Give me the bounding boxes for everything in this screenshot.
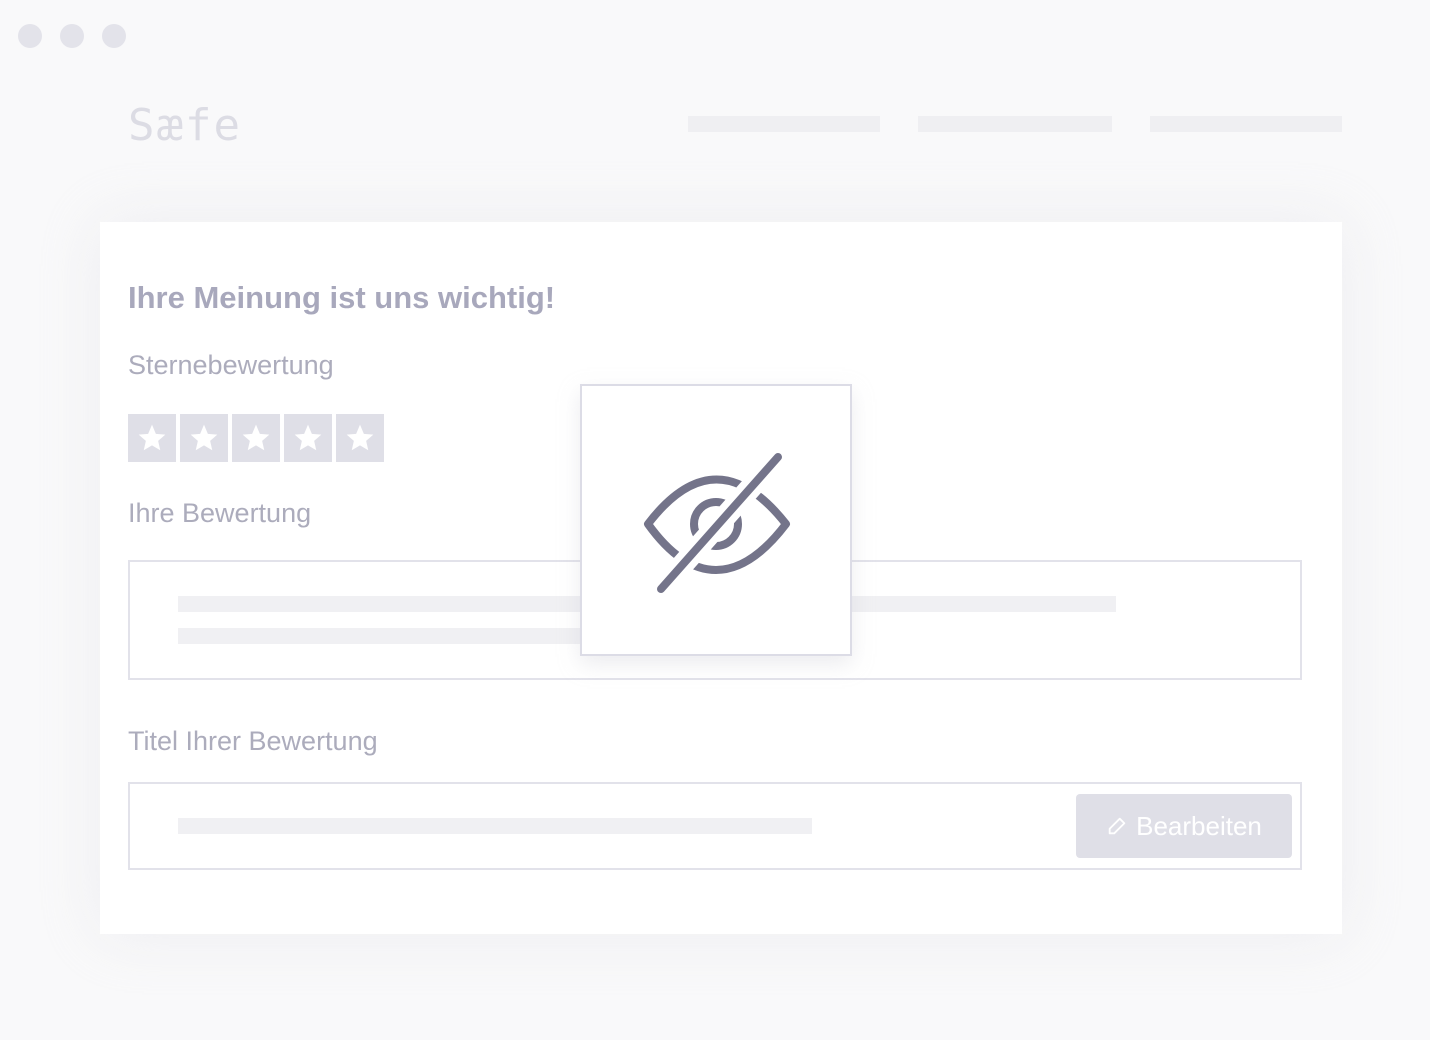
review-title-input[interactable]: Bearbeiten (128, 782, 1302, 870)
text-placeholder-line (178, 628, 618, 644)
window-close-button[interactable] (18, 24, 42, 48)
window-maximize-button[interactable] (102, 24, 126, 48)
star-icon (242, 424, 270, 451)
review-label: Ihre Bewertung (128, 498, 312, 528)
star-2[interactable] (180, 414, 228, 462)
nav-item-placeholder-2[interactable] (918, 116, 1112, 132)
star-icon (190, 424, 218, 451)
form-title: Ihre Meinung ist uns wichtig! (128, 280, 556, 315)
edit-button-label: Bearbeiten (1136, 810, 1262, 841)
review-title-label: Titel Ihrer Bewertung (128, 726, 378, 756)
eye-slash-icon (644, 446, 790, 595)
star-rating[interactable] (128, 414, 384, 462)
logo[interactable]: Sæfe (128, 100, 242, 151)
nav-item-placeholder-3[interactable] (1150, 116, 1342, 132)
text-placeholder-line (178, 818, 812, 834)
star-1[interactable] (128, 414, 176, 462)
privacy-overlay (580, 384, 852, 656)
star-4[interactable] (284, 414, 332, 462)
star-3[interactable] (232, 414, 280, 462)
star-icon (346, 424, 374, 451)
star-5[interactable] (336, 414, 384, 462)
window-minimize-button[interactable] (60, 24, 84, 48)
star-icon (294, 424, 322, 451)
pencil-icon (1108, 817, 1126, 835)
rating-label: Sternebewertung (128, 350, 334, 380)
star-icon (138, 424, 166, 451)
window-controls (18, 24, 126, 48)
nav-item-placeholder-1[interactable] (688, 116, 880, 132)
edit-button[interactable]: Bearbeiten (1076, 794, 1292, 858)
